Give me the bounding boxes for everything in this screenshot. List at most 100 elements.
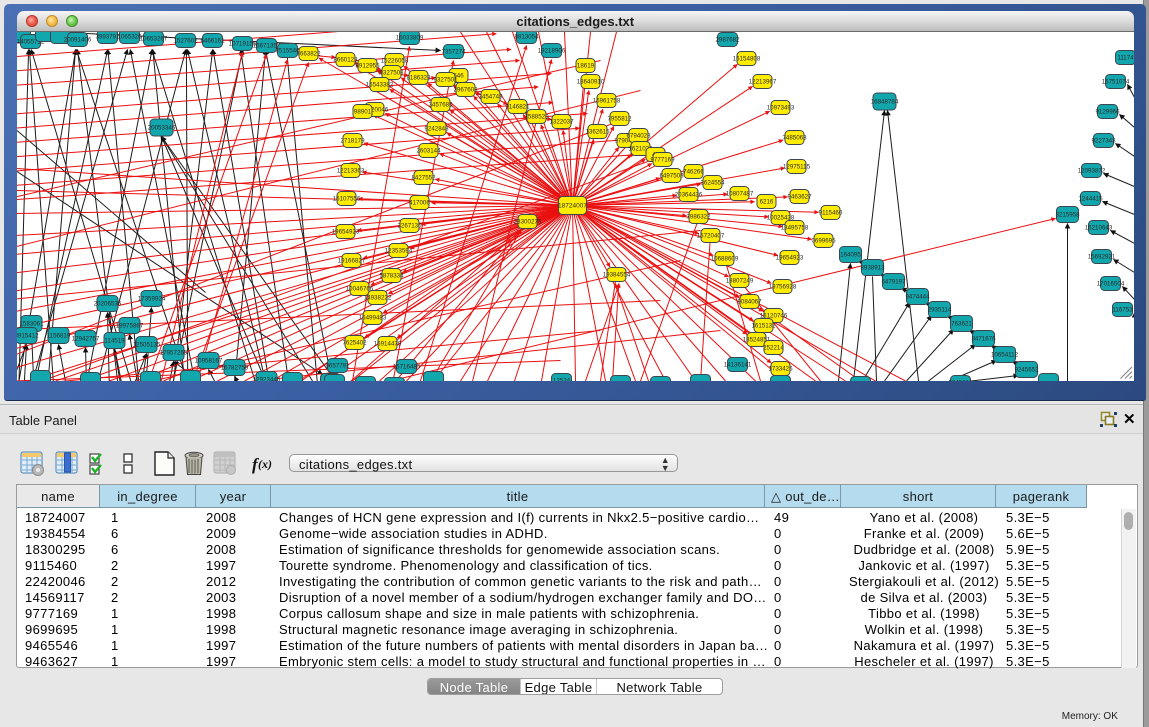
svg-text:1527602: 1527602	[173, 38, 198, 45]
svg-text:12093872: 12093872	[1077, 168, 1105, 175]
svg-text:2935114: 2935114	[927, 307, 951, 314]
svg-text:18724007: 18724007	[558, 203, 587, 210]
svg-text:3624554: 3624554	[700, 180, 725, 187]
svg-text:3267130: 3267130	[397, 223, 422, 230]
svg-text:3993791: 3993791	[95, 34, 120, 41]
svg-text:1244415: 1244415	[1078, 196, 1103, 203]
svg-text:16782759: 16782759	[220, 365, 248, 372]
svg-text:19654923: 19654923	[775, 255, 803, 262]
svg-text:12353594: 12353594	[384, 248, 412, 255]
svg-text:(x): (x)	[258, 457, 272, 471]
svg-text:23300275: 23300275	[513, 219, 541, 226]
svg-text:8813054: 8813054	[514, 34, 539, 41]
svg-text:1156819: 1156819	[46, 333, 70, 340]
svg-text:11174: 11174	[1117, 55, 1134, 62]
svg-text:18807249: 18807249	[725, 278, 753, 285]
svg-text:9245612: 9245612	[948, 380, 973, 381]
svg-text:18640910: 18640910	[576, 79, 604, 86]
svg-text:9245652: 9245652	[1014, 367, 1039, 374]
svg-text:8186323: 8186323	[406, 75, 431, 82]
svg-text:13495758: 13495758	[780, 225, 808, 232]
svg-text:20364436: 20364436	[674, 192, 702, 199]
svg-text:12213967: 12213967	[748, 79, 776, 86]
svg-text:252214: 252214	[763, 345, 784, 352]
svg-text:8912955: 8912955	[355, 63, 380, 70]
svg-text:5878334: 5878334	[379, 273, 404, 280]
svg-text:16914479: 16914479	[373, 341, 401, 348]
svg-text:16033809: 16033809	[395, 35, 423, 42]
svg-text:19975867: 19975867	[115, 323, 143, 330]
svg-text:16499483: 16499483	[358, 315, 386, 322]
svg-text:6497508: 6497508	[659, 173, 684, 180]
svg-text:6794028: 6794028	[626, 133, 651, 140]
svg-text:8938913: 8938913	[860, 265, 885, 272]
svg-text:9327508: 9327508	[379, 70, 404, 77]
svg-text:20053346: 20053346	[147, 125, 175, 132]
svg-text:9115460: 9115460	[818, 210, 842, 217]
svg-text:17359924: 17359924	[137, 296, 165, 303]
svg-text:9327501: 9327501	[433, 77, 458, 84]
svg-text:1733426: 1733426	[768, 366, 793, 373]
svg-text:16210643: 16210643	[1084, 225, 1112, 232]
svg-text:15716485: 15716485	[392, 364, 420, 371]
svg-text:3915412: 3915412	[17, 333, 39, 340]
svg-text:9084067: 9084067	[737, 299, 762, 306]
svg-text:2718179: 2718179	[340, 138, 365, 145]
svg-text:19654923: 19654923	[331, 229, 359, 236]
svg-text:1583061: 1583061	[19, 321, 44, 328]
svg-text:7357274: 7357274	[441, 49, 466, 56]
svg-text:19384554: 19384554	[602, 272, 630, 279]
svg-text:9777169: 9777169	[650, 157, 675, 164]
svg-text:18619: 18619	[576, 63, 594, 70]
svg-text:15720407: 15720407	[696, 233, 724, 240]
svg-text:0699695: 0699695	[811, 238, 836, 245]
svg-text:19218906: 19218906	[537, 48, 565, 55]
svg-text:15751074: 15751074	[1101, 79, 1129, 86]
svg-text:15226058: 15226058	[380, 58, 408, 65]
svg-text:763621: 763621	[951, 321, 972, 328]
svg-text:3457685: 3457685	[428, 102, 453, 109]
svg-text:417006: 417006	[409, 200, 430, 207]
svg-text:164095: 164095	[840, 252, 861, 259]
svg-text:9227343: 9227343	[1091, 138, 1116, 145]
svg-text:16848784: 16848784	[870, 99, 898, 106]
svg-text:10653267: 10653267	[139, 36, 167, 43]
svg-text:9474444: 9474444	[905, 294, 930, 301]
svg-text:6466161: 6466161	[200, 38, 225, 45]
svg-text:12505135: 12505135	[132, 342, 160, 349]
svg-text:16961758: 16961758	[592, 98, 620, 105]
svg-text:8660123: 8660123	[333, 57, 358, 64]
svg-text:6479197: 6479197	[881, 279, 906, 286]
svg-text:2967608: 2967608	[453, 87, 478, 94]
svg-text:6216: 6216	[759, 199, 773, 206]
svg-text:7625402: 7625402	[342, 340, 367, 347]
svg-text:7485063: 7485063	[782, 135, 807, 142]
svg-text:1065326: 1065326	[117, 34, 142, 41]
svg-text:8471676: 8471676	[971, 336, 996, 343]
svg-text:3215958: 3215958	[1055, 212, 1080, 219]
svg-text:1362615: 1362615	[585, 129, 610, 136]
svg-text:19756928: 19756928	[768, 284, 796, 291]
svg-text:20206536: 20206536	[93, 301, 121, 308]
svg-text:14136141: 14136141	[723, 362, 751, 369]
svg-text:16107556: 16107556	[332, 196, 360, 203]
svg-text:7663822: 7663822	[296, 51, 321, 58]
svg-text:98901: 98901	[353, 109, 371, 116]
svg-text:10807487: 10807487	[725, 191, 753, 198]
svg-text:9242848: 9242848	[424, 126, 449, 133]
svg-text:12213363: 12213363	[336, 168, 364, 175]
svg-text:8427552: 8427552	[411, 175, 436, 182]
svg-text:10654112: 10654112	[990, 352, 1018, 359]
svg-text:9463627: 9463627	[787, 194, 812, 201]
svg-text:12524: 12524	[552, 378, 570, 381]
svg-text:17957265: 17957265	[159, 350, 187, 357]
svg-text:1588520: 1588520	[524, 114, 549, 121]
svg-text:2987682: 2987682	[715, 37, 740, 44]
svg-text:3454749: 3454749	[478, 94, 503, 101]
svg-text:10958167: 10958167	[194, 358, 222, 365]
svg-text:9129966: 9129966	[1095, 109, 1120, 116]
svg-text:17016504: 17016504	[1096, 281, 1124, 288]
svg-text:116753: 116753	[1112, 307, 1133, 314]
svg-text:12975115: 12975115	[782, 164, 810, 171]
svg-text:9146821: 9146821	[505, 104, 530, 111]
